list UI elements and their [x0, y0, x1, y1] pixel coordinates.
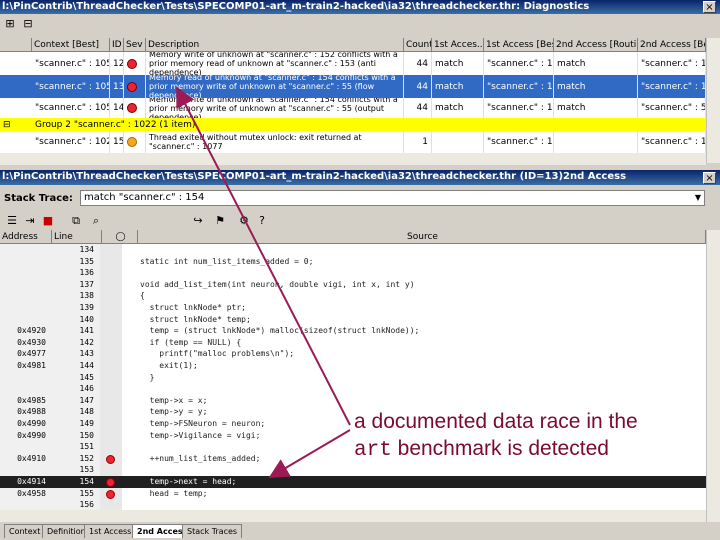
callout-line-2-rest: benchmark is detected [391, 437, 609, 460]
arrow-to-source [268, 429, 351, 479]
callout-line-1: a documented data race in the [354, 410, 638, 433]
arrow-to-diagnostic [176, 86, 351, 426]
callout-line-2: art benchmark is detected [354, 435, 714, 464]
callout-text: a documented data race in the art benchm… [354, 408, 714, 464]
callout-benchmark-name: art [354, 439, 392, 462]
